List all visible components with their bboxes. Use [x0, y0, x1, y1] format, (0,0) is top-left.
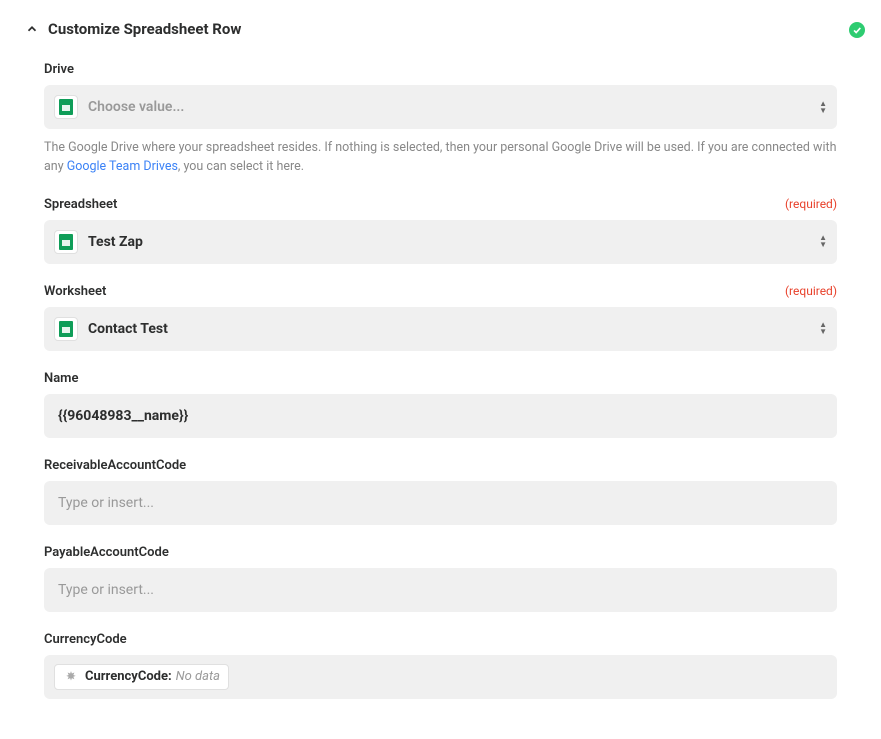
sheets-icon	[54, 317, 78, 341]
sheets-icon	[54, 230, 78, 254]
spreadsheet-select[interactable]: Test Zap ▲▼	[44, 220, 837, 264]
field-spreadsheet: Spreadsheet (required) Test Zap ▲▼	[44, 197, 837, 264]
receivable-placeholder: Type or insert...	[58, 495, 154, 511]
required-tag: (required)	[785, 197, 837, 211]
chevron-sort-icon: ▲▼	[819, 101, 827, 114]
worksheet-value: Contact Test	[88, 321, 811, 337]
worksheet-select[interactable]: Contact Test ▲▼	[44, 307, 837, 351]
name-label: Name	[44, 371, 78, 386]
currency-pill-value: No data	[176, 669, 220, 684]
gear-icon	[63, 669, 79, 685]
receivable-label: ReceivableAccountCode	[44, 458, 186, 473]
sheets-icon	[54, 95, 78, 119]
currency-pill[interactable]: CurrencyCode: No data	[54, 664, 229, 690]
field-payable: PayableAccountCode Type or insert...	[44, 545, 837, 612]
form-section: Drive Choose value... ▲▼ The Google Driv…	[20, 62, 837, 699]
check-icon	[849, 22, 865, 38]
currency-input[interactable]: CurrencyCode: No data	[44, 655, 837, 699]
section-title: Customize Spreadsheet Row	[48, 20, 241, 38]
name-value: {{96048983__name}}	[58, 408, 188, 424]
spreadsheet-value: Test Zap	[88, 234, 811, 250]
name-input[interactable]: {{96048983__name}}	[44, 394, 837, 438]
currency-label: CurrencyCode	[44, 632, 127, 647]
payable-placeholder: Type or insert...	[58, 582, 154, 598]
payable-label: PayableAccountCode	[44, 545, 169, 560]
field-name: Name {{96048983__name}}	[44, 371, 837, 438]
spreadsheet-label: Spreadsheet	[44, 197, 117, 212]
drive-label: Drive	[44, 62, 74, 77]
chevron-up-icon	[20, 22, 44, 36]
drive-placeholder: Choose value...	[88, 99, 811, 115]
field-worksheet: Worksheet (required) Contact Test ▲▼	[44, 284, 837, 351]
section-header[interactable]: Customize Spreadsheet Row	[20, 20, 837, 38]
required-tag: (required)	[785, 284, 837, 298]
payable-input[interactable]: Type or insert...	[44, 568, 837, 612]
help-text-post: , you can select it here.	[178, 159, 304, 174]
team-drives-link[interactable]: Google Team Drives	[67, 159, 178, 174]
drive-help-text: The Google Drive where your spreadsheet …	[44, 139, 837, 177]
worksheet-label: Worksheet	[44, 284, 106, 299]
field-drive: Drive Choose value... ▲▼ The Google Driv…	[44, 62, 837, 177]
drive-select[interactable]: Choose value... ▲▼	[44, 85, 837, 129]
chevron-sort-icon: ▲▼	[819, 235, 827, 248]
receivable-input[interactable]: Type or insert...	[44, 481, 837, 525]
chevron-sort-icon: ▲▼	[819, 322, 827, 335]
field-currency: CurrencyCode CurrencyCode: No data	[44, 632, 837, 699]
currency-pill-label: CurrencyCode:	[85, 669, 172, 684]
field-receivable: ReceivableAccountCode Type or insert...	[44, 458, 837, 525]
